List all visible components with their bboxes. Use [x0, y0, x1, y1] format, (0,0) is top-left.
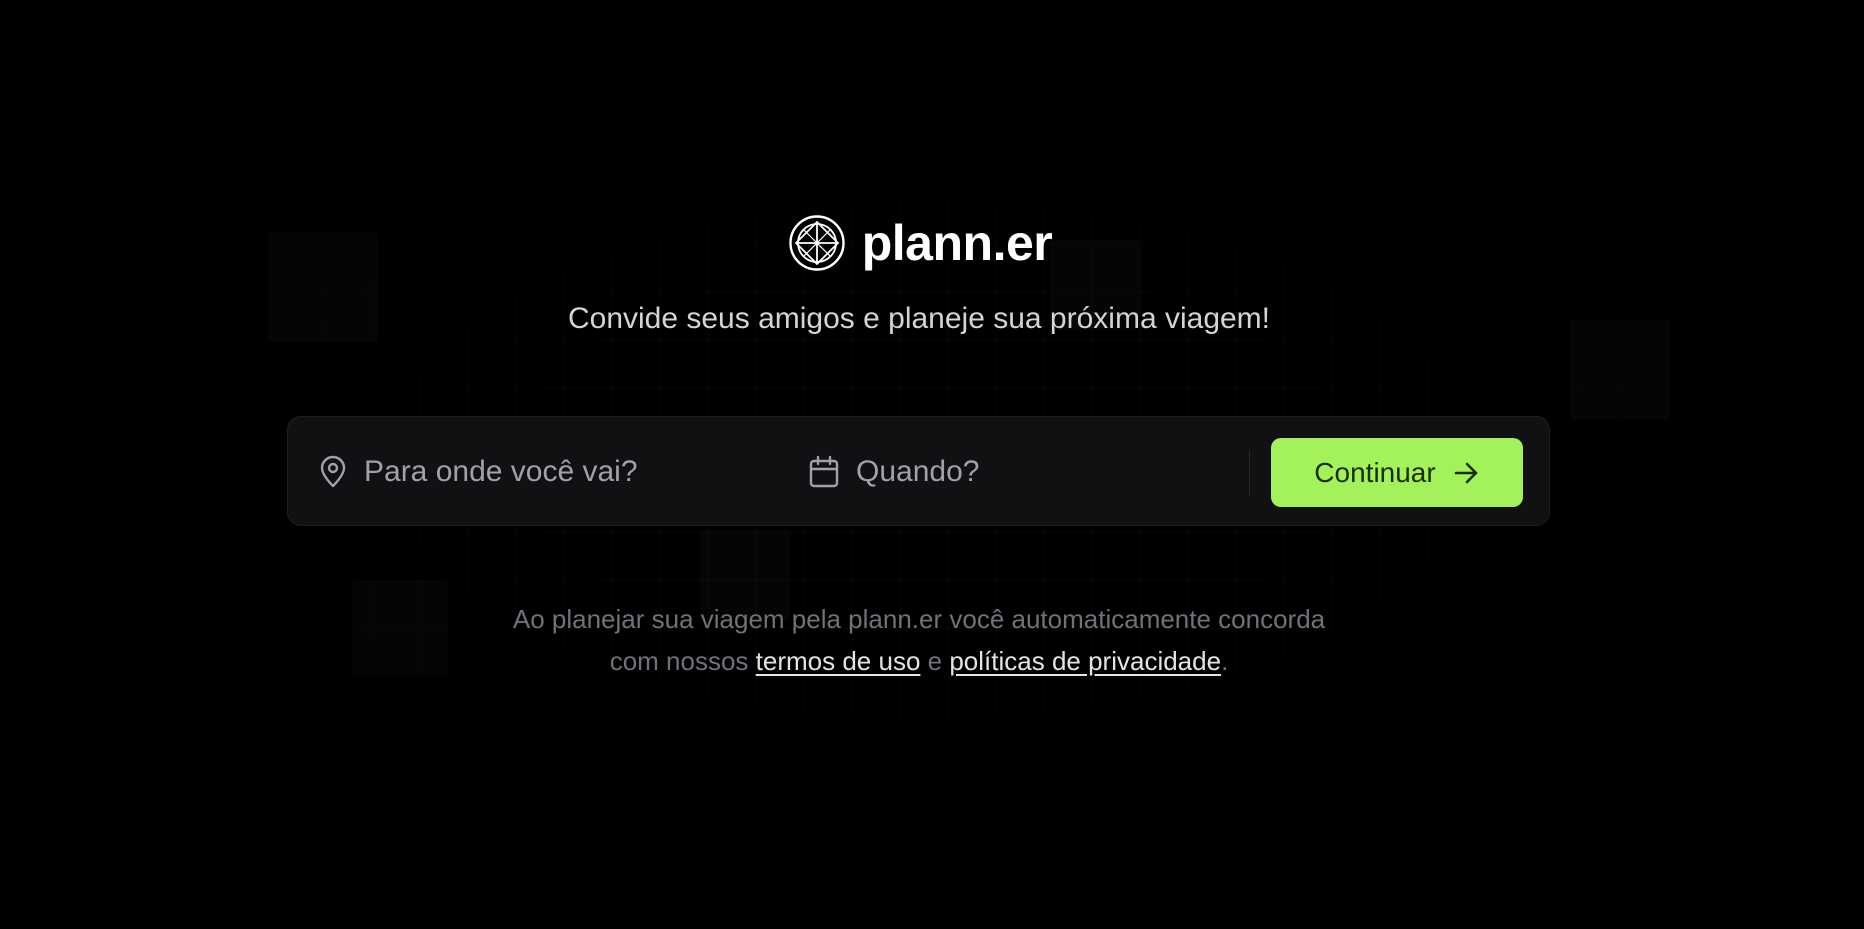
continue-button-label: Continuar	[1314, 456, 1436, 488]
arrow-right-icon	[1454, 462, 1478, 483]
legal-suffix: .	[1221, 646, 1229, 676]
tagline: Convide seus amigos e planeje sua próxim…	[567, 302, 1271, 335]
brand: plann.er	[0, 214, 1840, 272]
calendar-icon	[809, 455, 839, 488]
continue-button[interactable]: Continuar	[1271, 438, 1523, 507]
brand-name: plann.er	[861, 215, 1053, 271]
field-divider	[1249, 450, 1250, 496]
legal-line-1: Ao planejar sua viagem pela plann.er voc…	[512, 604, 1326, 634]
destination-input[interactable]: Para onde você vai?	[364, 455, 638, 489]
date-input[interactable]: Quando?	[856, 455, 979, 489]
privacy-policy-link[interactable]: políticas de privacidade	[949, 646, 1221, 676]
date-field[interactable]: Quando?	[808, 417, 979, 527]
main-content: plann.er Convide seus amigos e planeje s…	[0, 0, 1864, 929]
legal-notice: Ao planejar sua viagem pela plann.er voc…	[0, 598, 1838, 682]
page: plann.er Convide seus amigos e planeje s…	[0, 0, 1864, 929]
legal-line-2-prefix: com nossos	[609, 646, 749, 676]
trip-search-bar: Para onde você vai? Quando? Continuar	[287, 416, 1550, 526]
terms-of-use-link[interactable]: termos de uso	[756, 646, 921, 676]
destination-field[interactable]: Para onde você vai?	[318, 417, 638, 527]
globe-logo-icon	[789, 215, 845, 271]
legal-conjunction: e	[927, 646, 943, 676]
map-pin-icon	[320, 455, 346, 488]
